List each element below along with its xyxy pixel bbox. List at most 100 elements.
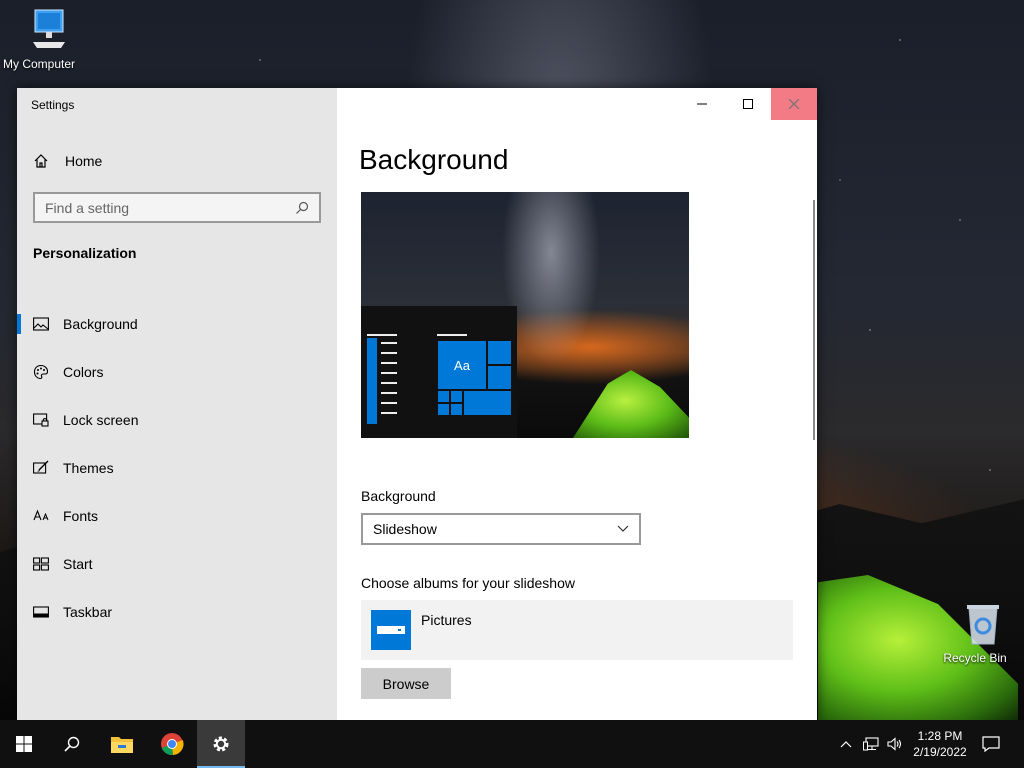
minimize-button[interactable] [679,88,725,120]
chevron-down-icon [617,525,629,532]
network-icon [863,737,879,751]
page-title: Background [359,144,509,175]
close-button[interactable] [771,88,817,120]
brush-icon [33,460,49,476]
preview-line [437,334,467,336]
preview-line [381,402,397,404]
maximize-icon [743,99,753,109]
sidebar-home[interactable]: Home [33,150,102,172]
preview-tile [450,403,463,416]
taskbar-search-button[interactable] [48,720,96,768]
desktop-icon-recycle-bin[interactable]: Recycle Bin [940,602,1010,665]
clock-time: 1:28 PM [917,729,963,743]
sidebar-item-label: Taskbar [63,604,113,620]
preview-start-menu: Aa [361,306,517,438]
preview-line [381,372,397,374]
drive-icon [377,626,405,634]
maximize-button[interactable] [725,88,771,120]
preview-line [381,352,397,354]
sidebar-item-label: Lock screen [63,412,139,428]
preview-line [381,382,397,384]
settings-window: Settings Home Personalization Background [17,88,817,720]
windows-logo-icon [16,736,32,752]
search-input[interactable] [45,199,295,216]
lock-screen-icon [33,412,49,428]
preview-tile [487,365,512,390]
sidebar-home-label: Home [65,153,103,169]
sidebar-item-label: Colors [63,364,104,380]
browse-button[interactable]: Browse [361,668,451,699]
chrome-icon [161,733,184,756]
sidebar-item-label: Themes [63,460,114,476]
home-icon [34,154,48,168]
recycle-bin-icon [966,605,999,645]
taskbar-file-explorer[interactable] [98,720,146,768]
album-thumbnail [371,610,411,650]
tray-network-button[interactable] [860,720,882,768]
settings-sidebar: Settings Home Personalization Background [17,88,337,720]
background-preview: Aa [361,192,689,438]
sidebar-item-label: Background [63,316,138,332]
sidebar-item-colors[interactable]: Colors [17,348,337,396]
preview-tile [437,390,450,403]
preview-tile [437,403,450,416]
albums-label: Choose albums for your slideshow [361,575,575,591]
font-icon [33,508,49,524]
volume-icon [887,737,902,751]
taskbar-settings[interactable] [197,720,245,768]
taskbar-icon [33,604,49,620]
sidebar-item-start[interactable]: Start [17,540,337,588]
gear-icon [213,736,229,752]
chevron-up-icon [840,741,852,748]
preview-tile-aa: Aa [437,340,487,390]
minimize-icon [697,103,707,105]
notification-icon [982,736,1000,752]
taskbar-chrome[interactable] [148,720,196,768]
preview-line [381,342,397,344]
sidebar-item-background[interactable]: Background [17,300,337,348]
picture-icon [33,316,49,332]
sidebar-item-lock-screen[interactable]: Lock screen [17,396,337,444]
dropdown-value: Slideshow [373,521,437,537]
preview-tent [573,370,689,438]
preview-start-column [367,338,377,424]
computer-icon [32,9,65,48]
tray-overflow-button[interactable] [836,720,856,768]
desktop-icon-label: Recycle Bin [943,651,1007,665]
album-item-pictures[interactable]: Pictures [361,600,793,660]
album-name: Pictures [421,612,472,628]
start-button[interactable] [0,720,48,768]
desktop-icon-my-computer[interactable]: My Computer [0,8,78,71]
preview-tiles: Aa [437,340,512,426]
settings-content: Background Aa Background Slideshow Choos… [337,88,817,720]
taskbar: 1:28 PM 2/19/2022 [0,720,1024,768]
sidebar-item-label: Start [63,556,93,572]
tray-volume-button[interactable] [884,720,906,768]
folder-icon [111,737,133,753]
sidebar-item-taskbar[interactable]: Taskbar [17,588,337,636]
action-center-button[interactable] [978,720,1004,768]
background-type-dropdown[interactable]: Slideshow [361,513,641,545]
section-heading: Personalization [33,245,137,261]
close-icon [789,99,799,109]
preview-tile [450,390,463,403]
preview-line [381,392,397,394]
sidebar-item-fonts[interactable]: Fonts [17,492,337,540]
start-grid-icon [33,556,49,572]
window-title: Settings [31,98,75,112]
search-icon [64,736,80,752]
content-scrollbar[interactable] [813,200,815,440]
sidebar-item-themes[interactable]: Themes [17,444,337,492]
preview-line [381,412,397,414]
search-icon[interactable] [295,201,309,215]
settings-search[interactable] [33,192,321,223]
preview-tile [463,390,512,416]
sidebar-nav: Background Colors Lock screen Themes Fon… [17,300,337,636]
palette-icon [33,364,49,380]
tray-clock[interactable]: 1:28 PM 2/19/2022 [906,728,974,760]
desktop-icon-label: My Computer [2,57,76,71]
preview-tile [487,340,512,365]
sidebar-item-label: Fonts [63,508,99,524]
background-field-label: Background [361,488,436,504]
clock-date: 2/19/2022 [913,745,967,759]
